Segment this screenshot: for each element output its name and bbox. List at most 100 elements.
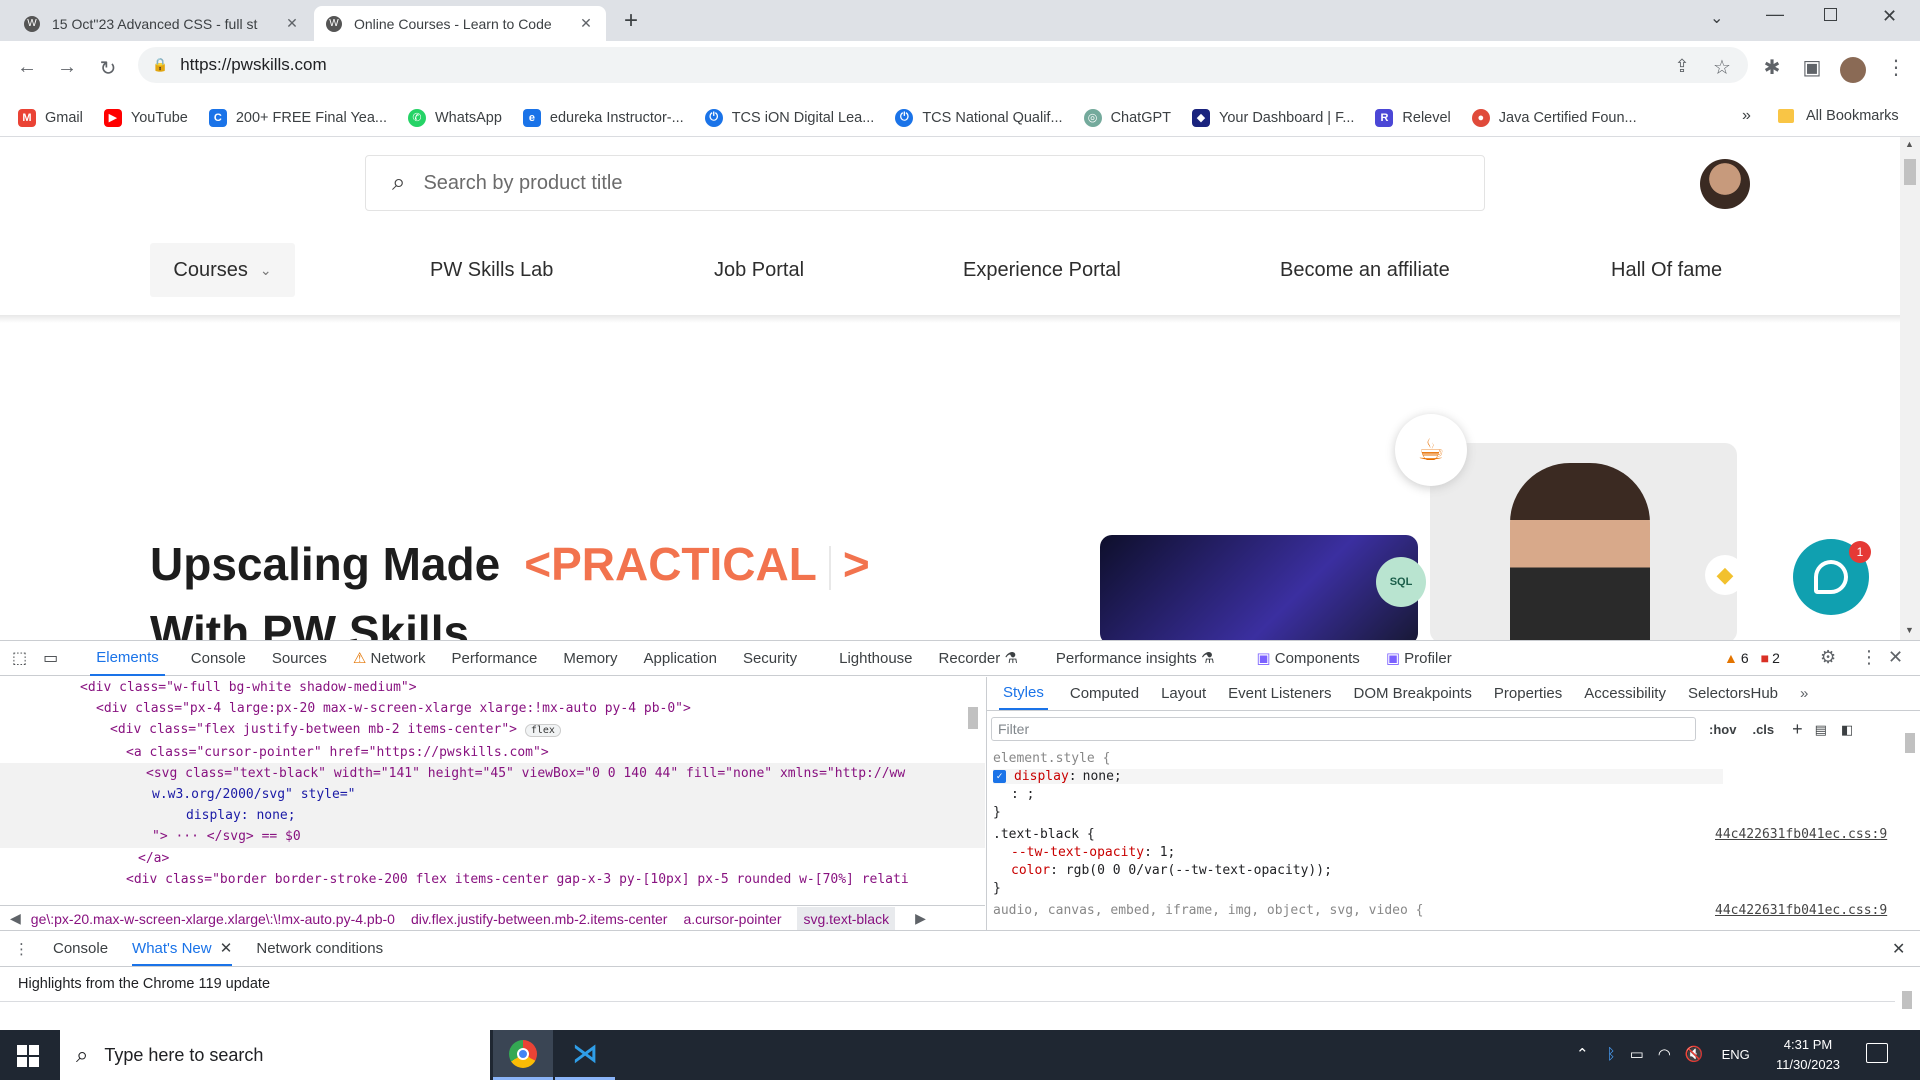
chrome-taskbar-icon[interactable] — [493, 1030, 553, 1080]
bookmark-star-icon[interactable]: ☆ — [1708, 55, 1736, 80]
bookmark-edureka[interactable]: e edureka Instructor-... — [522, 108, 684, 127]
back-icon[interactable]: ← — [13, 56, 41, 79]
dom-node[interactable]: <div class="border border-stroke-200 fle… — [0, 869, 985, 890]
add-rule-icon[interactable]: + — [1792, 719, 1803, 740]
dom-node[interactable]: <div class="w-full bg-white shadow-mediu… — [0, 677, 985, 698]
device-toggle-icon[interactable]: ▭ — [43, 648, 58, 668]
drawer-scrollbar[interactable] — [1900, 971, 1914, 1029]
tab-memory[interactable]: Memory — [563, 650, 617, 667]
bookmark-dashboard[interactable]: ◆ Your Dashboard | F... — [1192, 108, 1354, 127]
extensions-icon[interactable]: ✱ — [1758, 55, 1786, 80]
close-devtools-icon[interactable]: ✕ — [1888, 647, 1903, 668]
close-tab-icon[interactable]: ✕ — [578, 15, 594, 32]
paint-icon[interactable]: ▤ — [1815, 722, 1827, 738]
drawer-tab-console[interactable]: Console — [53, 940, 108, 957]
scroll-down-icon[interactable]: ▼ — [1905, 625, 1914, 635]
close-tab-icon[interactable]: ✕ — [284, 15, 300, 32]
tab-layout[interactable]: Layout — [1161, 685, 1206, 702]
share-icon[interactable]: ⇪ — [1668, 56, 1696, 77]
close-window-icon[interactable]: ✕ — [1882, 6, 1897, 27]
tab-sources[interactable]: Sources — [272, 650, 327, 667]
windows-start-icon[interactable] — [17, 1045, 39, 1067]
styles-scrollbar[interactable] — [1903, 717, 1917, 917]
dom-node[interactable]: <div class="flex justify-between mb-2 it… — [0, 719, 985, 741]
crumb-item[interactable]: div.flex.justify-between.mb-2.items-cent… — [411, 911, 668, 927]
sidebar-toggle-icon[interactable]: ◧ — [1841, 722, 1853, 738]
dom-node[interactable]: </a> — [0, 848, 985, 869]
flex-badge[interactable]: flex — [524, 724, 561, 738]
css-declaration[interactable]: ✓ display: none; — [993, 769, 1723, 784]
tab-components[interactable]: ▣ Components — [1256, 649, 1359, 667]
scrollbar-thumb[interactable] — [1902, 991, 1912, 1009]
bookmarks-overflow-icon[interactable]: » — [1742, 107, 1751, 125]
tab-selectorshub[interactable]: SelectorsHub — [1688, 685, 1778, 702]
inspect-icon[interactable]: ⬚ — [12, 648, 27, 668]
language-indicator[interactable]: ENG — [1722, 1047, 1750, 1062]
profile-avatar[interactable] — [1840, 57, 1866, 83]
dom-node[interactable]: <div class="px-4 large:px-20 max-w-scree… — [0, 698, 985, 719]
bookmark-final-year[interactable]: C 200+ FREE Final Yea... — [208, 108, 387, 127]
scrollbar-thumb[interactable] — [1904, 159, 1916, 185]
crumb-right-icon[interactable]: ▶ — [915, 910, 926, 927]
tab-application[interactable]: Application — [644, 650, 717, 667]
bookmark-gmail[interactable]: M Gmail — [18, 108, 83, 127]
reload-icon[interactable]: ↻ — [94, 56, 122, 81]
crumb-item[interactable]: ge\:px-20.max-w-screen-xlarge.xlarge\:\!… — [31, 911, 395, 927]
address-bar[interactable]: 🔒 https://pwskills.com — [138, 47, 1748, 83]
crumb-left-icon[interactable]: ◀ — [10, 910, 21, 927]
browser-tab-2[interactable]: W Online Courses - Learn to Code ✕ — [314, 6, 606, 41]
forward-icon[interactable]: → — [53, 56, 81, 79]
page-scrollbar[interactable]: ▲ ▼ — [1900, 137, 1920, 640]
bookmark-tcs-ion[interactable]: ⏻ TCS iON Digital Lea... — [704, 108, 874, 127]
bookmark-whatsapp[interactable]: ✆ WhatsApp — [408, 108, 502, 127]
nav-job-portal[interactable]: Job Portal — [714, 243, 804, 297]
bookmark-chatgpt[interactable]: ◎ ChatGPT — [1083, 108, 1171, 127]
devtools-menu-icon[interactable]: ⋮ — [1860, 647, 1878, 668]
drawer-tab-network-conditions[interactable]: Network conditions — [256, 940, 383, 957]
volume-muted-icon[interactable]: 🔇 — [1685, 1045, 1704, 1063]
bookmark-java[interactable]: ● Java Certified Foun... — [1471, 108, 1637, 127]
close-drawer-icon[interactable]: ✕ — [1892, 939, 1905, 959]
minimize-icon[interactable]: — — [1766, 4, 1784, 25]
tab-recorder[interactable]: Recorder ⚗ — [939, 649, 1018, 667]
nav-pw-skills-lab[interactable]: PW Skills Lab — [430, 243, 553, 297]
nav-become-affiliate[interactable]: Become an affiliate — [1280, 243, 1450, 297]
wifi-icon[interactable]: ◠ — [1658, 1045, 1671, 1063]
tab-computed[interactable]: Computed — [1070, 685, 1139, 702]
tab-lighthouse[interactable]: Lighthouse — [839, 650, 912, 667]
chat-support-button[interactable]: 1 — [1793, 539, 1871, 615]
maximize-icon[interactable] — [1824, 8, 1837, 21]
nav-experience-portal[interactable]: Experience Portal — [963, 243, 1121, 297]
tab-event-listeners[interactable]: Event Listeners — [1228, 685, 1331, 702]
tab-performance[interactable]: Performance — [452, 650, 538, 667]
vscode-taskbar-icon[interactable]: ⋊ — [555, 1030, 615, 1080]
tab-console[interactable]: Console — [191, 650, 246, 667]
tab-styles[interactable]: Styles — [999, 677, 1048, 710]
tab-profiler[interactable]: ▣ Profiler — [1386, 649, 1452, 667]
taskbar-search-input[interactable]: ⌕ Type here to search — [60, 1030, 490, 1080]
nav-courses[interactable]: Courses ⌄ — [150, 243, 295, 297]
scroll-up-icon[interactable]: ▲ — [1905, 139, 1914, 149]
close-tab-icon[interactable]: ✕ — [220, 940, 233, 957]
user-avatar[interactable] — [1700, 159, 1750, 209]
notifications-icon[interactable] — [1866, 1043, 1888, 1063]
css-declaration[interactable]: color: rgb(0 0 0/var(--tw-text-opacity))… — [1011, 863, 1332, 878]
all-bookmarks-button[interactable]: All Bookmarks — [1778, 108, 1899, 124]
bookmark-youtube[interactable]: ▶ YouTube — [103, 108, 188, 127]
settings-gear-icon[interactable]: ⚙ — [1820, 647, 1836, 668]
dom-node-selected[interactable]: <svg class="text-black" width="141" heig… — [0, 762, 985, 785]
tab-elements[interactable]: Elements — [90, 641, 165, 676]
search-input[interactable]: ⌕ Search by product title — [365, 155, 1485, 211]
crumb-item-selected[interactable]: svg.text-black — [797, 906, 896, 931]
bookmark-relevel[interactable]: R Relevel — [1375, 108, 1451, 127]
css-source-link[interactable]: 44c422631fb041ec.css:9 — [1715, 903, 1887, 918]
tab-network[interactable]: ⚠ Network — [353, 649, 426, 667]
dom-scrollbar[interactable] — [966, 681, 980, 901]
issue-counters[interactable]: ▲ 6 ■ 2 — [1724, 650, 1780, 666]
drawer-tab-whats-new[interactable]: What's New ✕ — [132, 932, 233, 966]
styles-filter-input[interactable]: Filter — [991, 717, 1696, 741]
tab-accessibility[interactable]: Accessibility — [1584, 685, 1666, 702]
battery-icon[interactable]: ▭ — [1630, 1045, 1644, 1063]
tab-properties[interactable]: Properties — [1494, 685, 1562, 702]
css-declaration[interactable]: --tw-text-opacity: 1; — [1011, 845, 1175, 860]
